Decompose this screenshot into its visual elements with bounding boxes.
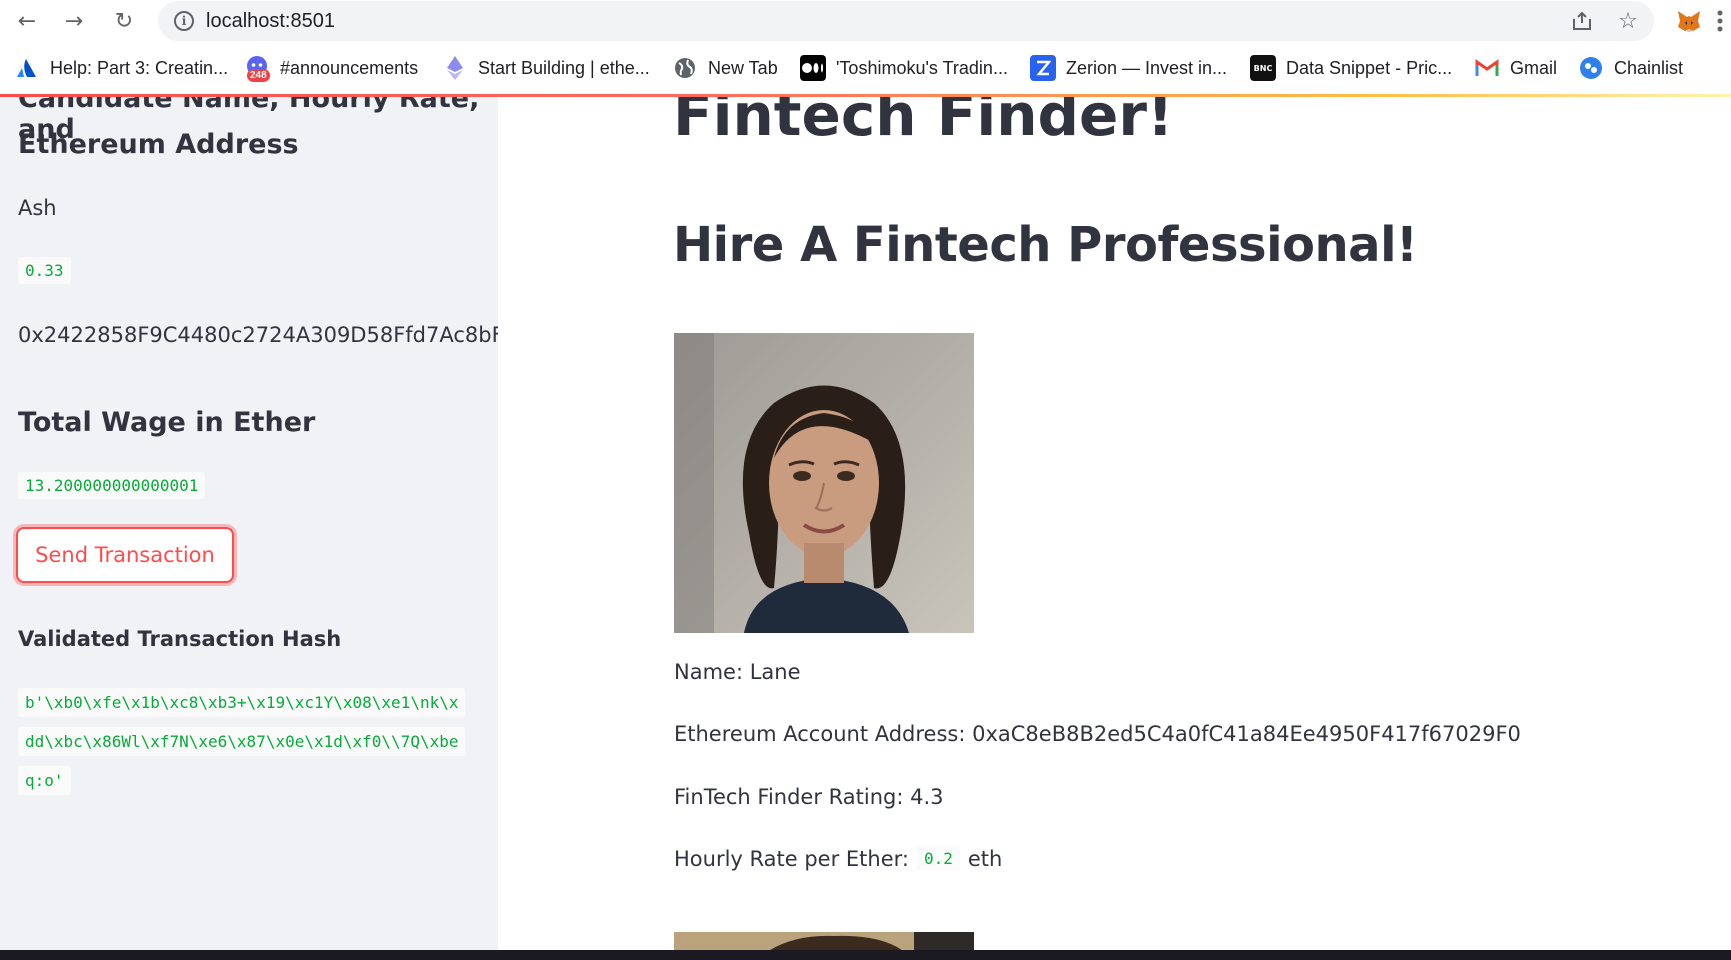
bookmark-item[interactable]: Start Building | ethe... [442, 54, 650, 82]
send-transaction-button[interactable]: Send Transaction [16, 527, 234, 583]
hash-heading: Validated Transaction Hash [18, 627, 342, 651]
reload-icon[interactable]: ↻ [107, 4, 141, 38]
rate-suffix: eth [967, 846, 1003, 871]
sidebar: Candidate Name, Hourly Rate, and Ethereu… [0, 97, 498, 950]
share-icon[interactable] [1568, 7, 1596, 35]
bookmark-item[interactable]: Chainlist [1578, 54, 1683, 82]
transaction-hash: b'\xb0\xfe\x1b\xc8\xb3+\x19\xc1Y\x08\xe1… [18, 683, 466, 800]
total-wage-heading: Total Wage in Ether [18, 407, 316, 438]
candidate-name-line: Name: Lane [674, 660, 801, 684]
candidate-rate-line: Hourly Rate per Ether: 0.2 eth [674, 846, 1002, 871]
hourly-rate-value: 0.33 [18, 257, 71, 284]
menu-kebab-icon[interactable] [1712, 6, 1728, 36]
url-text[interactable]: localhost:8501 [206, 10, 335, 33]
bookmark-label: Data Snippet - Pric... [1286, 57, 1453, 78]
gmail-icon [1474, 55, 1500, 81]
browser-toolbar: ← → ↻ i localhost:8501 ☆ [0, 0, 1731, 42]
candidate-address-line: Ethereum Account Address: 0xaC8eB8B2ed5C… [674, 722, 1521, 746]
zerion-icon [1030, 55, 1056, 81]
candidate-photo [674, 333, 974, 633]
rate-value: 0.2 [916, 846, 960, 871]
bookmark-label: Help: Part 3: Creatin... [50, 57, 229, 78]
address-bar[interactable]: i localhost:8501 ☆ [158, 1, 1654, 41]
main-content: Fintech Finder! Hire A Fintech Professio… [498, 97, 1731, 950]
forward-icon[interactable]: → [57, 4, 91, 38]
page-subtitle: Hire A Fintech Professional! [673, 217, 1418, 273]
bookmark-label: Gmail [1510, 57, 1558, 78]
globe-icon [672, 55, 698, 81]
candidate-address: 0x2422858F9C4480c2724A309D58Ffd7Ac8bF653 [18, 323, 498, 347]
bookmarks-bar: Help: Part 3: Creatin... 248 #announceme… [0, 42, 1731, 94]
transaction-hash-value: b'\xb0\xfe\x1b\xc8\xb3+\x19\xc1Y\x08\xe1… [18, 688, 466, 795]
ethereum-icon [442, 55, 468, 81]
candidate-name: Ash [18, 196, 57, 220]
site-info-icon[interactable]: i [174, 11, 194, 31]
sidebar-heading-line2: Ethereum Address [18, 129, 299, 160]
bookmark-item[interactable]: New Tab [672, 54, 778, 82]
bookmark-star-icon[interactable]: ☆ [1614, 7, 1642, 35]
discord-icon: 248 [244, 55, 270, 82]
page-title: Fintech Finder! [673, 97, 1174, 149]
bookmark-item[interactable]: 'Toshimoku's Tradin... [800, 54, 1008, 82]
bookmark-label: New Tab [708, 57, 778, 78]
bookmark-label: Start Building | ethe... [478, 57, 650, 78]
bookmark-label: Chainlist [1614, 57, 1684, 78]
metamask-icon[interactable] [1674, 6, 1704, 36]
bookmark-label: #announcements [280, 57, 419, 78]
medium-icon [800, 55, 826, 81]
atlassian-icon [14, 55, 40, 81]
bookmark-label: 'Toshimoku's Tradin... [836, 57, 1008, 78]
bookmark-item[interactable]: BNC Data Snippet - Pric... [1250, 54, 1452, 82]
chainlist-icon [1578, 55, 1604, 81]
bookmark-item[interactable]: Gmail [1474, 54, 1557, 82]
next-candidate-photo [674, 932, 974, 950]
rate-prefix: Hourly Rate per Ether: [674, 846, 909, 871]
back-icon[interactable]: ← [10, 4, 44, 38]
candidate-rating-line: FinTech Finder Rating: 4.3 [674, 785, 944, 809]
total-wage-value: 13.200000000000001 [18, 472, 206, 499]
bookmark-item[interactable]: 248 #announcements [244, 54, 418, 82]
bookmark-item[interactable]: Zerion — Invest in... [1030, 54, 1227, 82]
bnc-icon: BNC [1250, 55, 1276, 81]
bookmark-item[interactable]: Help: Part 3: Creatin... [14, 54, 228, 82]
bookmark-label: Zerion — Invest in... [1066, 57, 1228, 78]
os-taskbar [0, 950, 1731, 960]
notification-badge: 248 [247, 69, 270, 82]
